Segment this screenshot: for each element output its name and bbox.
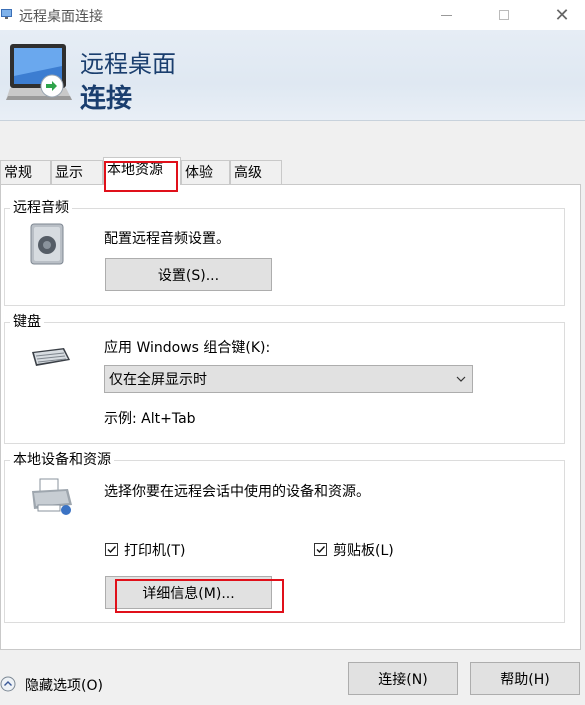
windows-key-selected-value: 仅在全屏显示时: [109, 372, 207, 388]
tab-general[interactable]: 常规: [0, 160, 51, 184]
remote-audio-description: 配置远程音频设置。: [104, 231, 230, 247]
windows-key-label: 应用 Windows 组合键(K):: [104, 340, 271, 356]
tab-advanced[interactable]: 高级: [230, 160, 282, 184]
printer-checkbox[interactable]: [105, 543, 118, 556]
remote-audio-group: 远程音频: [4, 199, 565, 306]
windows-key-combination-select[interactable]: 仅在全屏显示时: [104, 365, 473, 393]
window-title: 远程桌面连接: [19, 9, 103, 25]
keyboard-icon: [28, 344, 72, 370]
help-button[interactable]: 帮助(H): [470, 662, 580, 695]
printer-checkbox-label[interactable]: 打印机(T): [124, 540, 185, 560]
keyboard-example-text: 示例: Alt+Tab: [104, 411, 196, 427]
clipboard-checkbox-label[interactable]: 剪贴板(L): [333, 540, 394, 560]
hide-options-link[interactable]: 隐藏选项(O): [25, 675, 103, 695]
tab-highlight-annotation: [104, 161, 178, 192]
chevron-down-icon: [456, 372, 466, 382]
clipboard-checkbox[interactable]: [314, 543, 327, 556]
connect-button[interactable]: 连接(N): [348, 662, 458, 695]
header-title-line2: 连接: [80, 84, 133, 114]
printer-icon: [28, 477, 74, 517]
speaker-icon: [28, 222, 66, 266]
maximize-button[interactable]: [481, 0, 527, 30]
tab-display[interactable]: 显示: [51, 160, 103, 184]
maximize-icon: [499, 10, 509, 20]
remote-audio-group-title: 远程音频: [10, 199, 72, 217]
title-bar: 远程桌面连接 ✕: [0, 0, 585, 30]
details-highlight-annotation: [115, 579, 284, 613]
header-divider: [0, 120, 585, 121]
minimize-icon: [440, 14, 452, 16]
audio-settings-button[interactable]: 设置(S)...: [105, 258, 272, 291]
remote-desktop-logo-icon: [6, 40, 74, 106]
tab-experience[interactable]: 体验: [181, 160, 230, 184]
minimize-button[interactable]: [423, 0, 469, 30]
keyboard-group-title: 键盘: [10, 313, 44, 331]
local-devices-description: 选择你要在远程会话中使用的设备和资源。: [104, 484, 370, 500]
collapse-options-icon[interactable]: [0, 676, 16, 692]
close-button[interactable]: ✕: [539, 0, 585, 30]
header-title-line1: 远程桌面: [80, 50, 176, 78]
close-icon: ✕: [554, 4, 570, 26]
local-devices-group-title: 本地设备和资源: [10, 451, 114, 469]
remote-desktop-app-icon: [0, 7, 14, 21]
